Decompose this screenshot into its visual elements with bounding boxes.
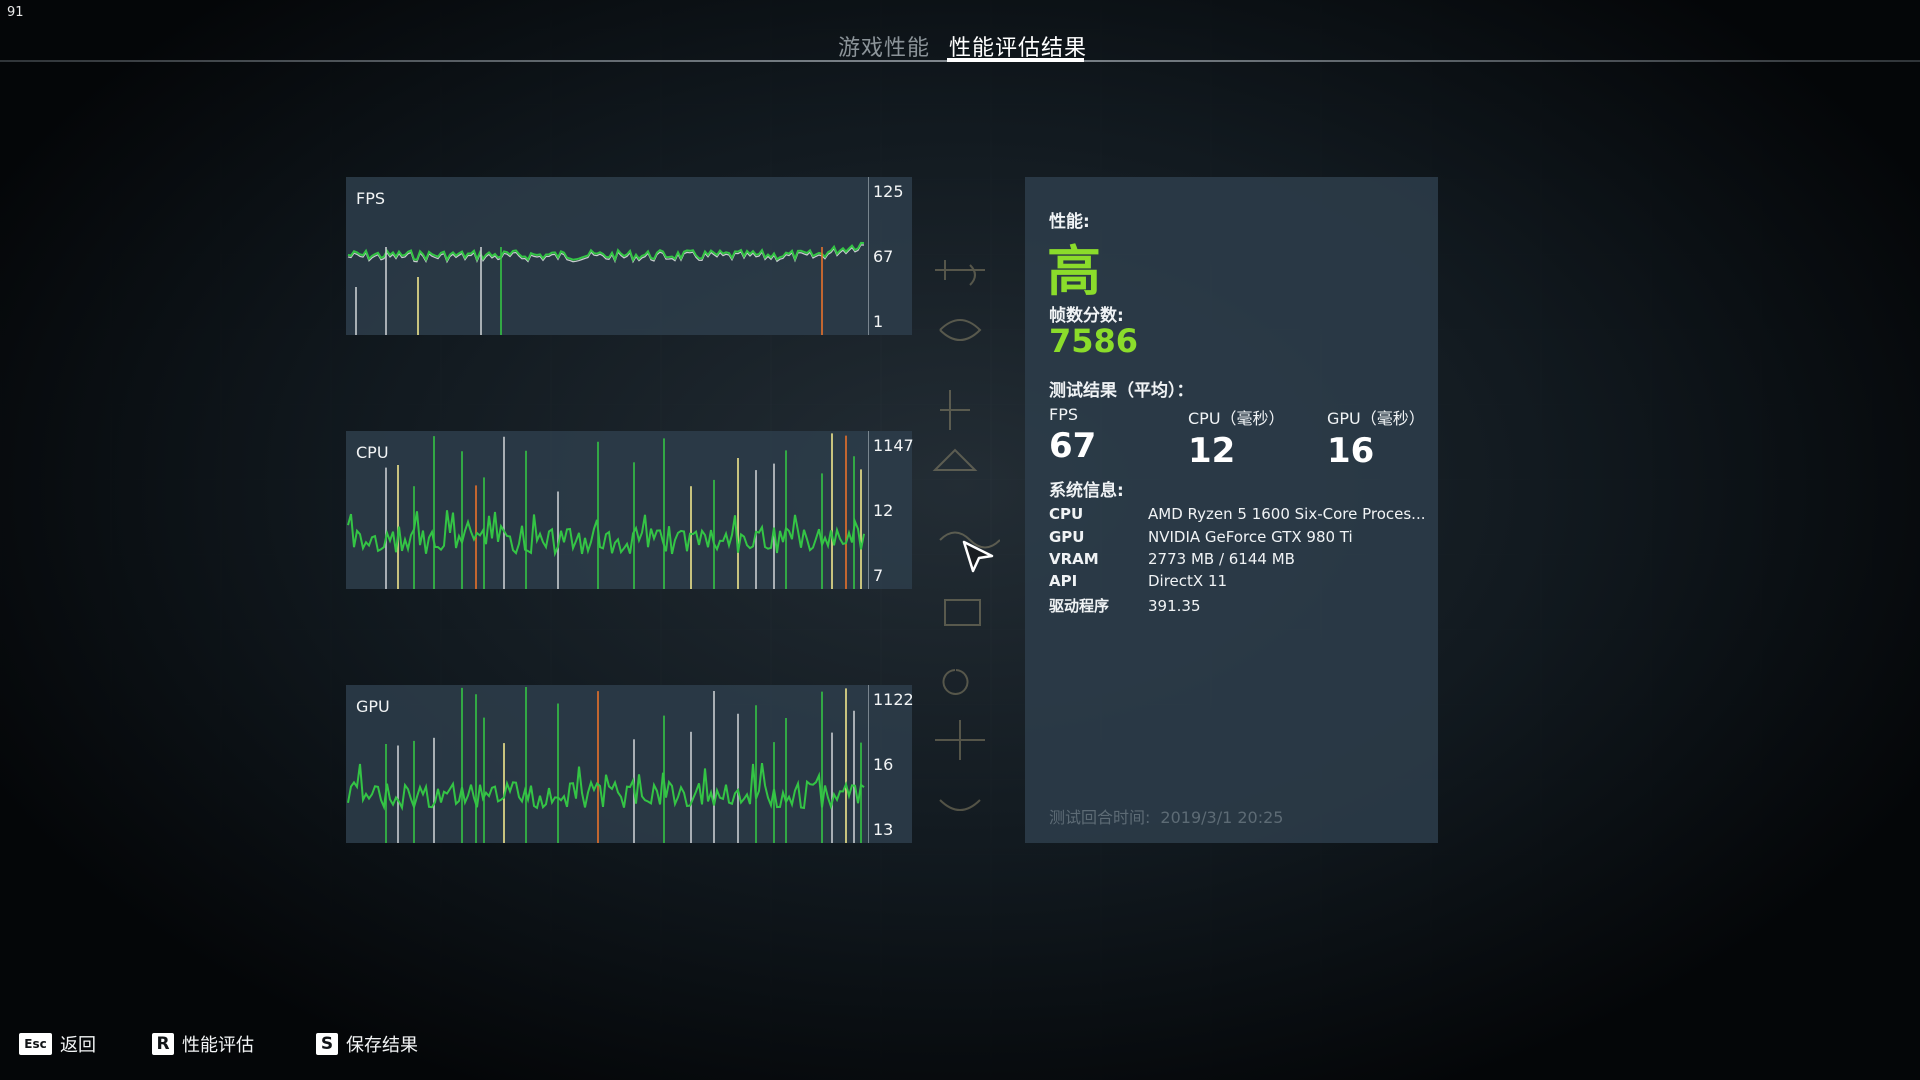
save-results-button[interactable]: S 保存结果: [316, 1032, 418, 1056]
sysinfo-key: VRAM: [1049, 550, 1099, 568]
sysinfo-value: 391.35: [1148, 597, 1201, 615]
sysinfo-row-driver: 驱动程序 391.35: [1049, 595, 1201, 616]
run-benchmark-button[interactable]: R 性能评估: [152, 1032, 254, 1056]
fps-chart-plot: [347, 241, 865, 335]
fps-tick-max: 125: [873, 182, 904, 201]
fps-chart: FPS 125 67 1: [346, 177, 912, 335]
metric-cpu: CPU（毫秒） 12: [1188, 405, 1328, 471]
fps-trace: [347, 241, 865, 263]
test-time: 测试回合时间: 2019/3/1 20:25: [1049, 804, 1283, 828]
sysinfo-value: 2773 MB / 6144 MB: [1148, 550, 1295, 568]
fps-tick-avg: 67: [873, 247, 894, 266]
esc-key-icon: Esc: [19, 1033, 52, 1055]
metric-cpu-value: 12: [1188, 431, 1236, 471]
back-label: 返回: [60, 1035, 96, 1056]
cpu-chart-plot: [347, 433, 865, 589]
metric-fps: FPS 67: [1049, 405, 1189, 466]
gpu-tick-min: 13: [873, 820, 894, 839]
cpu-tick-avg: 12: [873, 501, 894, 520]
system-info-label: 系统信息:: [1049, 481, 1124, 501]
save-results-label: 保存结果: [346, 1035, 418, 1056]
sysinfo-row-api: API DirectX 11: [1049, 572, 1227, 590]
cpu-tick-min: 7: [873, 566, 884, 585]
test-time-value: 2019/3/1 20:25: [1160, 808, 1284, 827]
frame-score-value: 7586: [1049, 322, 1139, 360]
sysinfo-key: CPU: [1049, 505, 1084, 523]
sysinfo-row-vram: VRAM 2773 MB / 6144 MB: [1049, 550, 1295, 568]
test-results-label: 测试结果（平均）：: [1049, 381, 1194, 401]
cpu-chart: CPU 1147 12 7: [346, 431, 914, 589]
sysinfo-key: GPU: [1049, 528, 1085, 546]
tab-game-performance[interactable]: 游戏性能: [838, 30, 930, 62]
fps-chart-axis: [868, 177, 869, 335]
results-panel: 性能: 高 帧数分数: 7586 测试结果（平均）： FPS 67 CPU（毫秒…: [1025, 177, 1438, 843]
sysinfo-key: API: [1049, 572, 1078, 590]
gpu-tick-avg: 16: [873, 755, 894, 774]
gpu-chart-plot: [347, 687, 865, 843]
fps-counter: 91: [7, 5, 24, 20]
test-time-label: 测试回合时间:: [1049, 808, 1151, 827]
gpu-tick-max: 1122: [873, 690, 914, 709]
mouse-pointer-icon: [962, 540, 996, 578]
performance-rating: 高: [1047, 240, 1101, 303]
sysinfo-row-gpu: GPU NVIDIA GeForce GTX 980 Ti: [1049, 528, 1353, 546]
cpu-chart-title: CPU: [356, 443, 389, 462]
r-key-icon: R: [152, 1033, 174, 1055]
sysinfo-row-cpu: CPU AMD Ryzen 5 1600 Six-Core Proces...: [1049, 505, 1426, 523]
run-benchmark-label: 性能评估: [182, 1035, 254, 1056]
metric-gpu-name: GPU（毫秒）: [1327, 409, 1425, 428]
sysinfo-value: AMD Ryzen 5 1600 Six-Core Proces...: [1148, 505, 1426, 523]
fps-chart-title: FPS: [356, 189, 386, 208]
s-key-icon: S: [316, 1033, 338, 1055]
benchmark-results-screen: 91 游戏性能 性能评估结果 FPS 125 67 1 CPU 1147 12 …: [0, 0, 1920, 1080]
metric-gpu: GPU（毫秒） 16: [1327, 405, 1467, 471]
gpu-chart-axis: [868, 685, 869, 843]
back-button[interactable]: Esc 返回: [19, 1032, 96, 1056]
gpu-chart-title: GPU: [356, 697, 390, 716]
active-tab-indicator: [947, 58, 1084, 62]
cpu-chart-axis: [868, 431, 869, 589]
gpu-chart: GPU 1122 16 13: [346, 685, 914, 843]
metric-gpu-value: 16: [1327, 431, 1375, 471]
sysinfo-key: 驱动程序: [1049, 597, 1110, 615]
fps-tick-min: 1: [873, 312, 884, 331]
metric-fps-value: 67: [1049, 426, 1097, 466]
sysinfo-value: DirectX 11: [1148, 572, 1228, 590]
cpu-tick-max: 1147: [873, 436, 914, 455]
metric-fps-name: FPS: [1049, 405, 1079, 424]
metric-cpu-name: CPU（毫秒）: [1188, 409, 1285, 428]
sysinfo-value: NVIDIA GeForce GTX 980 Ti: [1148, 528, 1353, 546]
